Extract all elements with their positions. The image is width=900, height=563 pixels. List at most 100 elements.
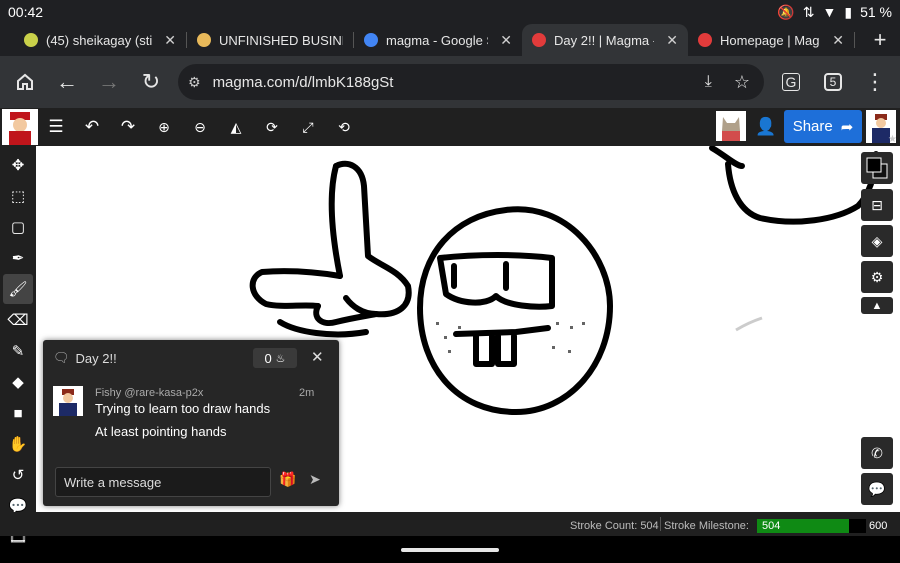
invite-user-button[interactable]: 👤 [748,108,784,146]
hamburger-icon: ☰ [48,117,64,136]
brush-tool[interactable]: 🖌 [3,274,33,304]
tab-3[interactable]: magma - Google Sea ✕ [354,24,522,56]
layers-icon: ◈ [871,232,883,249]
collapse-panel-button[interactable]: ▲ [861,297,893,314]
zoom-out-icon: ⊖ [194,118,206,135]
tab-close-icon[interactable]: ✕ [666,32,678,49]
back-button[interactable]: ← [46,61,88,103]
tab-close-icon[interactable]: ✕ [832,32,844,49]
chevron-up-icon: ▲ [871,299,883,312]
eyedropper-tool[interactable]: ✒ [3,243,33,273]
wifi-icon: ▼ [822,4,837,20]
add-user-icon: 👤 [755,117,777,136]
magma-favicon-icon [532,33,546,47]
reload-button[interactable]: ↻ [130,61,172,103]
flip-button[interactable]: ◭ [218,108,254,146]
chat-button[interactable]: 💬 [861,473,893,505]
transform-tool[interactable]: ▢ [3,212,33,242]
home-icon [17,73,33,90]
stroke-milestone-label: Stroke Milestone: [664,520,749,532]
bookmark-star-icon[interactable]: ☆ [734,72,750,93]
rectangle-shape-icon: ■ [13,404,23,422]
chat-title: Day 2!! [75,350,117,366]
rotate-view-tool[interactable]: ↺ [3,460,33,490]
brush-settings-button[interactable]: ⊟ [861,189,893,221]
reset-view-button[interactable]: ⟲ [326,108,362,146]
eraser-icon: ⌫ [7,312,29,329]
menu-button[interactable]: ⋮ [854,61,896,103]
forward-button[interactable]: → [88,61,130,103]
reaction-count: 0 [264,350,272,366]
zoom-in-button[interactable]: ⊕ [146,108,182,146]
redo-icon: ↷ [120,117,136,136]
user-avatar-cat[interactable] [716,111,746,141]
chat-reaction-counter[interactable]: 0 ♨ [253,348,297,368]
paint-bucket-icon: ◆ [12,374,24,391]
tab-switcher-button[interactable]: 5 [812,61,854,103]
hand-tool[interactable]: ✋ [3,429,33,459]
send-icon[interactable]: ➤ [309,471,321,488]
smudge-tool[interactable]: ✎ [3,336,33,366]
share-button[interactable]: Share ➦ [784,110,862,143]
eyedropper-icon: ✒ [11,250,25,267]
color-picker-button[interactable] [861,152,893,184]
stroke-status-bar: Stroke Count: 504 Stroke Milestone: 504 … [0,512,900,536]
reload-icon: ↻ [141,69,161,94]
brush-icon: 🖌 [8,281,28,298]
color-swatch-icon [866,157,888,179]
new-tab-button[interactable]: + [860,27,900,53]
shape-tool[interactable]: ■ [3,398,33,428]
gesture-nav-handle[interactable] [401,548,499,552]
home-button[interactable] [4,61,46,103]
flame-icon: ♨ [275,352,286,365]
mute-icon: 🔕 [777,3,795,20]
rotate-icon: ⟳ [266,118,278,135]
arrow-right-icon: → [98,69,120,94]
layers-button[interactable]: ◈ [861,225,893,257]
kebab-menu-icon: ⋮ [864,69,886,94]
tab-separator [854,32,855,48]
voice-call-button[interactable]: ✆ [861,437,893,469]
translate-icon: G [781,73,801,91]
settings-button[interactable]: ⚙ [861,261,893,293]
smudge-icon: ✎ [11,343,25,360]
tab-4-active[interactable]: Day 2!! | Magma - The ✕ [522,24,688,56]
eraser-tool[interactable]: ⌫ [3,305,33,335]
fullscreen-button[interactable]: ⤢ [290,108,326,146]
tab-2[interactable]: UNFINISHED BUSINE [187,24,353,56]
magma-favicon-icon [698,33,712,47]
tab-close-icon[interactable]: ✕ [164,32,176,49]
chat-message-input[interactable] [55,467,271,497]
address-bar[interactable]: ⚙ magma.com/d/lmbK188gSt ⤓ ☆ [178,64,764,100]
battery-level: 51 % [860,4,892,20]
message-avatar [53,386,83,416]
select-tool[interactable]: ⬚ [3,181,33,211]
message-line: At least pointing hands [95,424,227,439]
gear-icon: ⚙ [870,268,884,285]
chat-close-button[interactable]: ✕ [311,348,324,366]
translate-button[interactable]: G [770,61,812,103]
svg-text:★: ★ [888,134,896,143]
google-favicon-icon [364,33,378,47]
fill-tool[interactable]: ◆ [3,367,33,397]
bolt-favicon-icon [24,33,38,47]
tab-5[interactable]: Homepage | Magma ✕ [688,24,854,56]
zoom-out-button[interactable]: ⊖ [182,108,218,146]
tab-close-icon[interactable]: ✕ [500,32,512,49]
tab-1[interactable]: (45) sheikagay (still s ✕ [14,24,186,56]
site-settings-icon[interactable]: ⚙ [188,74,201,91]
hamburger-menu-button[interactable]: ☰ [38,108,74,146]
own-avatar[interactable]: ★ [866,110,896,143]
chat-icon: 💬 [868,480,886,497]
gift-icon[interactable]: 🎁 [279,471,296,488]
install-app-icon[interactable]: ⤓ [705,73,712,91]
share-arrow-icon: ➦ [840,118,854,136]
rotate-button[interactable]: ⟳ [254,108,290,146]
move-tool[interactable]: ✥ [3,150,33,180]
magma-logo-icon[interactable] [2,109,38,145]
flip-icon: ◭ [230,118,242,135]
redo-button[interactable]: ↷ [110,108,146,146]
battery-icon: ▮ [844,3,853,20]
url-text[interactable]: magma.com/d/lmbK188gSt [213,74,705,91]
undo-button[interactable]: ↶ [74,108,110,146]
